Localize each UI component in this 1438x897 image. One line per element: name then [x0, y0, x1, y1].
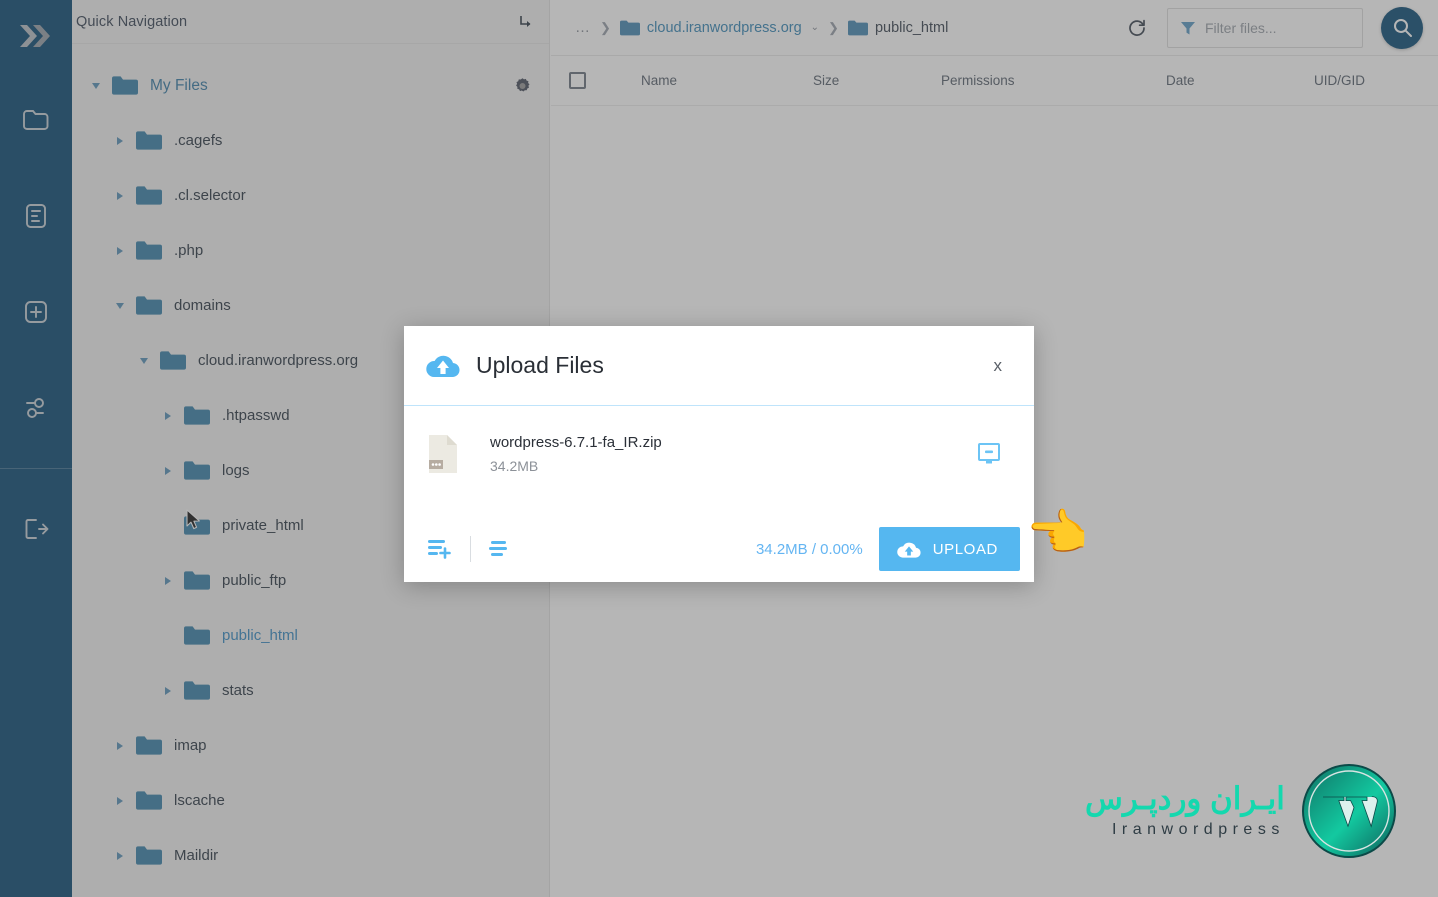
remove-box-icon[interactable] — [976, 442, 1002, 466]
clear-list-button[interactable] — [483, 533, 517, 565]
dialog-file-list: wordpress-6.7.1-fa_IR.zip 34.2MB — [404, 406, 1034, 516]
upload-file-name: wordpress-6.7.1-fa_IR.zip — [490, 434, 662, 451]
add-files-button[interactable] — [422, 532, 458, 566]
list-clear-icon — [489, 541, 507, 556]
upload-progress-label: 34.2MB / 0.00% — [755, 540, 863, 558]
cloud-upload-icon — [896, 542, 921, 558]
dialog-header: Upload Files x — [404, 326, 1034, 406]
footer-divider — [470, 536, 471, 562]
file-manager-app: Quick Navigation My Files .cagefs .cl.sele… — [0, 0, 1438, 897]
upload-file-meta: wordpress-6.7.1-fa_IR.zip 34.2MB — [490, 434, 976, 474]
list-add-icon — [428, 540, 451, 559]
dialog-title: Upload Files — [476, 352, 604, 378]
upload-button[interactable]: UPLOAD — [878, 527, 1020, 571]
close-icon[interactable]: x — [986, 353, 1011, 378]
cloud-upload-icon — [426, 355, 460, 378]
upload-files-dialog: Upload Files x wordpress-6.7.1-fa_IR.zip… — [404, 326, 1034, 582]
upload-button-label: UPLOAD — [932, 540, 998, 558]
upload-file-row: wordpress-6.7.1-fa_IR.zip 34.2MB — [428, 428, 1010, 484]
file-generic-icon — [428, 434, 474, 474]
dialog-footer: 34.2MB / 0.00% UPLOAD — [404, 516, 1034, 582]
upload-file-size: 34.2MB — [490, 458, 539, 474]
